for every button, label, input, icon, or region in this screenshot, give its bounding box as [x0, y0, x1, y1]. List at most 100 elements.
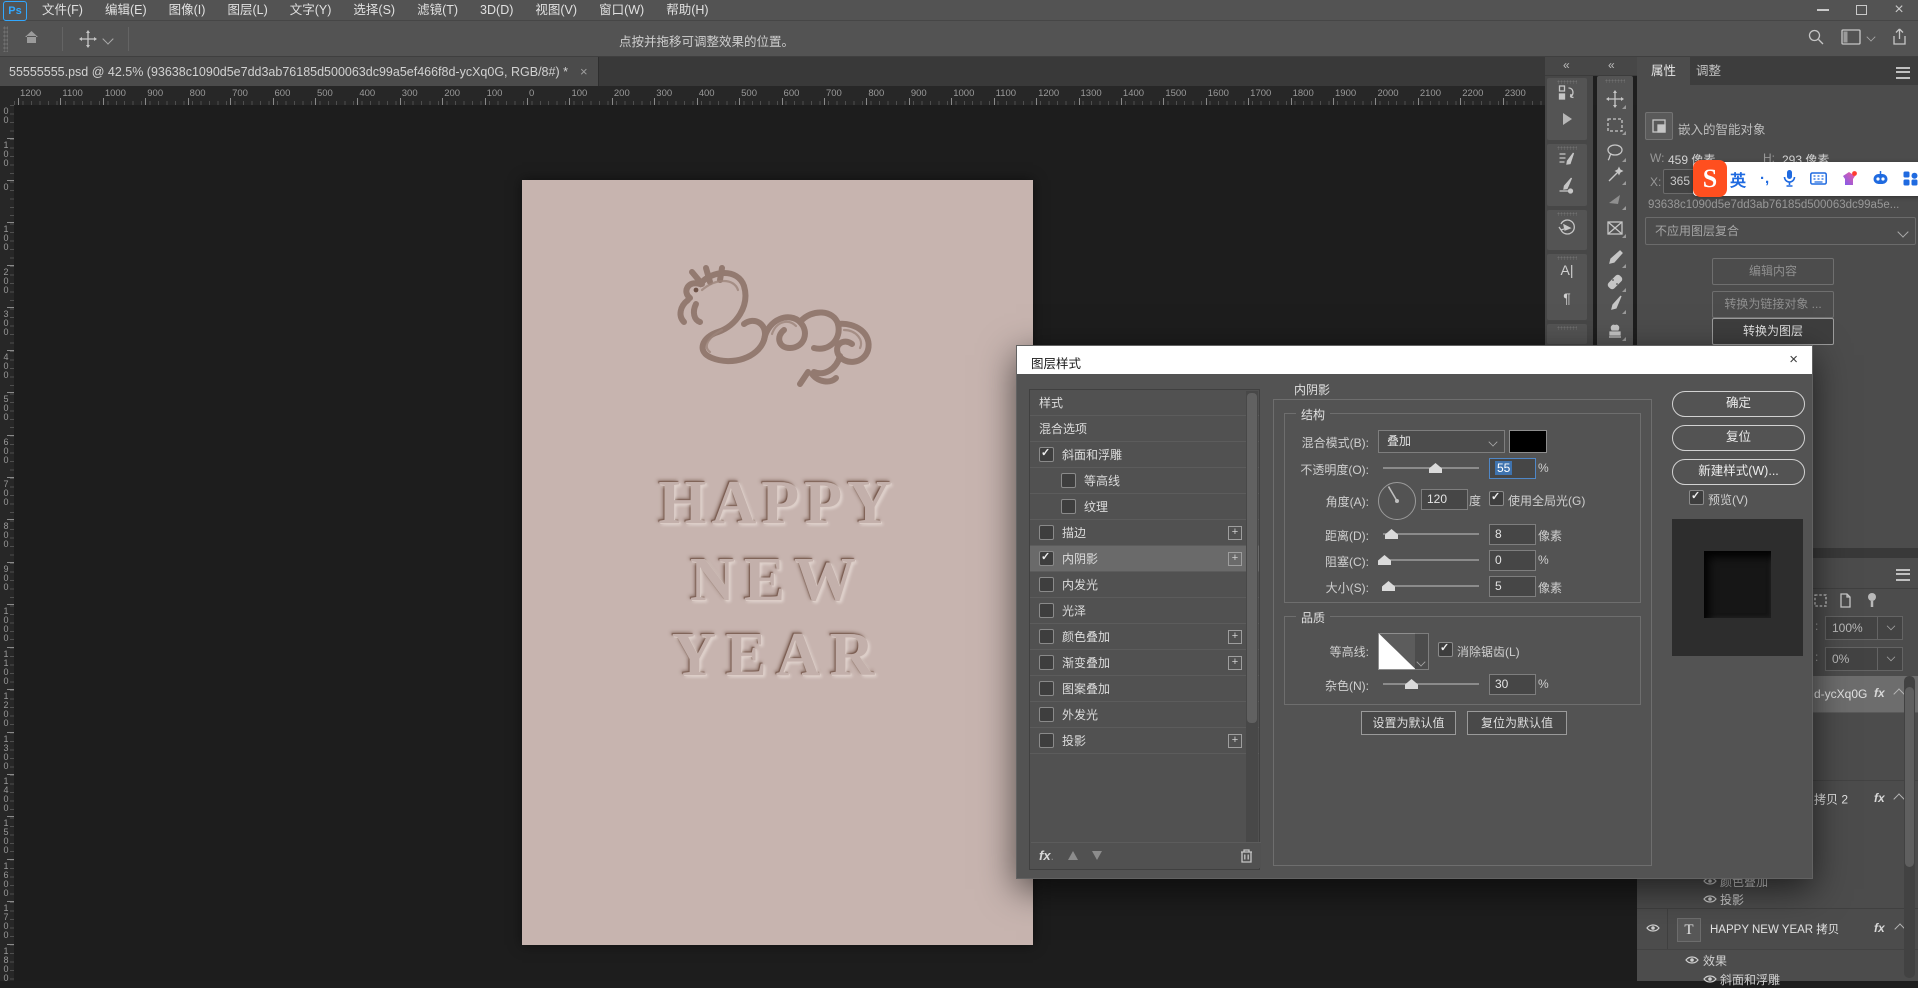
- fx-badge[interactable]: fx: [1874, 791, 1885, 805]
- add-instance-icon[interactable]: +: [1228, 526, 1242, 540]
- brushes-panel-icon[interactable]: [1559, 177, 1576, 197]
- fx-badge[interactable]: fx: [1874, 686, 1885, 700]
- robot-icon[interactable]: [1872, 171, 1889, 186]
- layer-opacity-input[interactable]: 100%: [1825, 616, 1883, 640]
- layer-fill-input[interactable]: 0%: [1825, 647, 1883, 671]
- style-checkbox[interactable]: [1061, 473, 1076, 488]
- style-checkbox[interactable]: [1039, 707, 1054, 722]
- size-input[interactable]: 5: [1489, 576, 1536, 597]
- layers-panel-menu-icon[interactable]: [1896, 569, 1910, 581]
- contour-picker[interactable]: [1378, 633, 1416, 670]
- restore-button[interactable]: [1842, 0, 1880, 20]
- menu-item[interactable]: 窗口(W): [588, 0, 655, 20]
- edit-content-button[interactable]: 编辑内容: [1712, 258, 1834, 285]
- style-checkbox[interactable]: [1039, 681, 1054, 696]
- move-tool-preset[interactable]: [71, 30, 120, 48]
- size-slider[interactable]: [1383, 585, 1479, 587]
- layer-comp-select[interactable]: 不应用图层复合: [1645, 217, 1916, 245]
- paragraph-panel-icon[interactable]: ¶: [1563, 290, 1571, 306]
- menu-item[interactable]: 视图(V): [524, 0, 588, 20]
- slice-tool[interactable]: [1606, 219, 1624, 237]
- menu-item[interactable]: 图像(I): [158, 0, 217, 20]
- visibility-eye-icon[interactable]: [1703, 893, 1717, 907]
- new-style-button[interactable]: 新建样式(W)...: [1672, 459, 1805, 485]
- delete-effect-icon[interactable]: [1240, 848, 1253, 863]
- style-checkbox[interactable]: [1039, 551, 1054, 566]
- healing-patch-tool[interactable]: [1606, 273, 1624, 291]
- style-list-item[interactable]: 纹理: [1030, 494, 1259, 520]
- lasso-tool[interactable]: [1606, 143, 1624, 161]
- rotate-view-panel-icon[interactable]: [1558, 218, 1576, 239]
- style-checkbox[interactable]: [1039, 655, 1054, 670]
- contour-dropdown[interactable]: [1415, 633, 1429, 670]
- text-layer-row[interactable]: T HAPPY NEW YEAR 拷贝 fx: [1637, 909, 1918, 950]
- lock-image-icon[interactable]: [1838, 593, 1853, 608]
- global-light-checkbox[interactable]: [1489, 491, 1504, 506]
- brush-tool[interactable]: [1606, 295, 1624, 313]
- visibility-eye-icon[interactable]: [1685, 954, 1699, 968]
- dialog-close-icon[interactable]: ×: [1789, 351, 1798, 368]
- collapse-effects-icon[interactable]: [1893, 688, 1904, 699]
- blend-mode-select[interactable]: 叠加: [1378, 430, 1505, 453]
- reset-default-button[interactable]: 复位为默认值: [1467, 711, 1567, 735]
- noise-slider[interactable]: [1383, 683, 1479, 685]
- vertical-ruler[interactable]: 2001000100200300400500600700800900100011…: [0, 105, 15, 981]
- effect-row[interactable]: 效果: [1637, 951, 1918, 969]
- menu-item[interactable]: 文字(Y): [279, 0, 343, 20]
- collapse-tools-icon[interactable]: «: [1608, 58, 1615, 72]
- style-checkbox[interactable]: [1039, 629, 1054, 644]
- panel-menu-icon[interactable]: [1896, 67, 1910, 79]
- style-list-scrollbar[interactable]: [1246, 391, 1258, 842]
- style-list-item[interactable]: 混合选项: [1030, 416, 1259, 442]
- layer-opacity-dropdown[interactable]: [1877, 616, 1903, 640]
- convert-to-linked-button[interactable]: 转换为链接对象 ...: [1712, 291, 1834, 318]
- effect-row[interactable]: 斜面和浮雕: [1637, 970, 1918, 988]
- visibility-eye-icon[interactable]: [1703, 973, 1717, 987]
- preview-checkbox[interactable]: [1689, 490, 1704, 505]
- poster-artwork[interactable]: HAPPY NEW YEAR: [522, 180, 1033, 945]
- style-checkbox[interactable]: [1061, 499, 1076, 514]
- convert-to-layers-button[interactable]: 转换为图层: [1712, 318, 1834, 345]
- menu-item[interactable]: 3D(D): [469, 0, 524, 20]
- style-list-item[interactable]: 斜面和浮雕: [1030, 442, 1259, 468]
- style-checkbox[interactable]: [1039, 603, 1054, 618]
- keyboard-icon[interactable]: [1810, 172, 1827, 185]
- style-list-item[interactable]: 颜色叠加+: [1030, 624, 1259, 650]
- style-list-item[interactable]: 内发光: [1030, 572, 1259, 598]
- set-default-button[interactable]: 设置为默认值: [1361, 711, 1456, 735]
- fx-badge[interactable]: fx: [1874, 921, 1885, 935]
- punctuation-icon[interactable]: ·,: [1760, 170, 1769, 187]
- choke-input[interactable]: 0: [1489, 550, 1536, 571]
- layer-comps-icon[interactable]: [1559, 85, 1576, 105]
- effect-row[interactable]: 投影: [1637, 890, 1918, 908]
- style-list-item[interactable]: 图案叠加: [1030, 676, 1259, 702]
- distance-input[interactable]: 8: [1489, 524, 1536, 545]
- quick-selection-tool[interactable]: [1606, 166, 1624, 184]
- style-list-item[interactable]: 投影+: [1030, 728, 1259, 754]
- style-checkbox[interactable]: [1039, 525, 1054, 540]
- document-tab[interactable]: 55555555.psd @ 42.5% (93638c1090d5e7dd3a…: [0, 57, 599, 86]
- add-effect-button[interactable]: fx: [1039, 848, 1051, 863]
- noise-input[interactable]: 30: [1489, 674, 1536, 695]
- style-checkbox[interactable]: [1039, 577, 1054, 592]
- marquee-tool[interactable]: [1606, 116, 1624, 134]
- style-list-item[interactable]: 光泽: [1030, 598, 1259, 624]
- antialias-checkbox[interactable]: [1438, 642, 1453, 657]
- style-list-item[interactable]: 渐变叠加+: [1030, 650, 1259, 676]
- angle-dial[interactable]: [1378, 482, 1416, 520]
- shadow-color-swatch[interactable]: [1509, 430, 1547, 453]
- collapse-effects-icon[interactable]: [1893, 793, 1904, 804]
- visibility-eye-icon[interactable]: [1646, 922, 1660, 936]
- menu-item[interactable]: 滤镜(T): [406, 0, 469, 20]
- mic-icon[interactable]: [1783, 170, 1796, 187]
- ime-mode-toggle[interactable]: 英: [1730, 167, 1746, 191]
- apps-icon[interactable]: [1903, 171, 1918, 186]
- close-button[interactable]: ×: [1880, 0, 1918, 20]
- angle-input[interactable]: 120: [1421, 489, 1468, 510]
- opacity-input[interactable]: 55: [1489, 458, 1536, 479]
- choke-slider[interactable]: [1383, 559, 1479, 561]
- style-list-item[interactable]: 样式: [1030, 390, 1259, 416]
- home-button[interactable]: [8, 29, 54, 48]
- stamp-tool[interactable]: [1606, 322, 1624, 340]
- style-list-item[interactable]: 内阴影+: [1030, 546, 1259, 572]
